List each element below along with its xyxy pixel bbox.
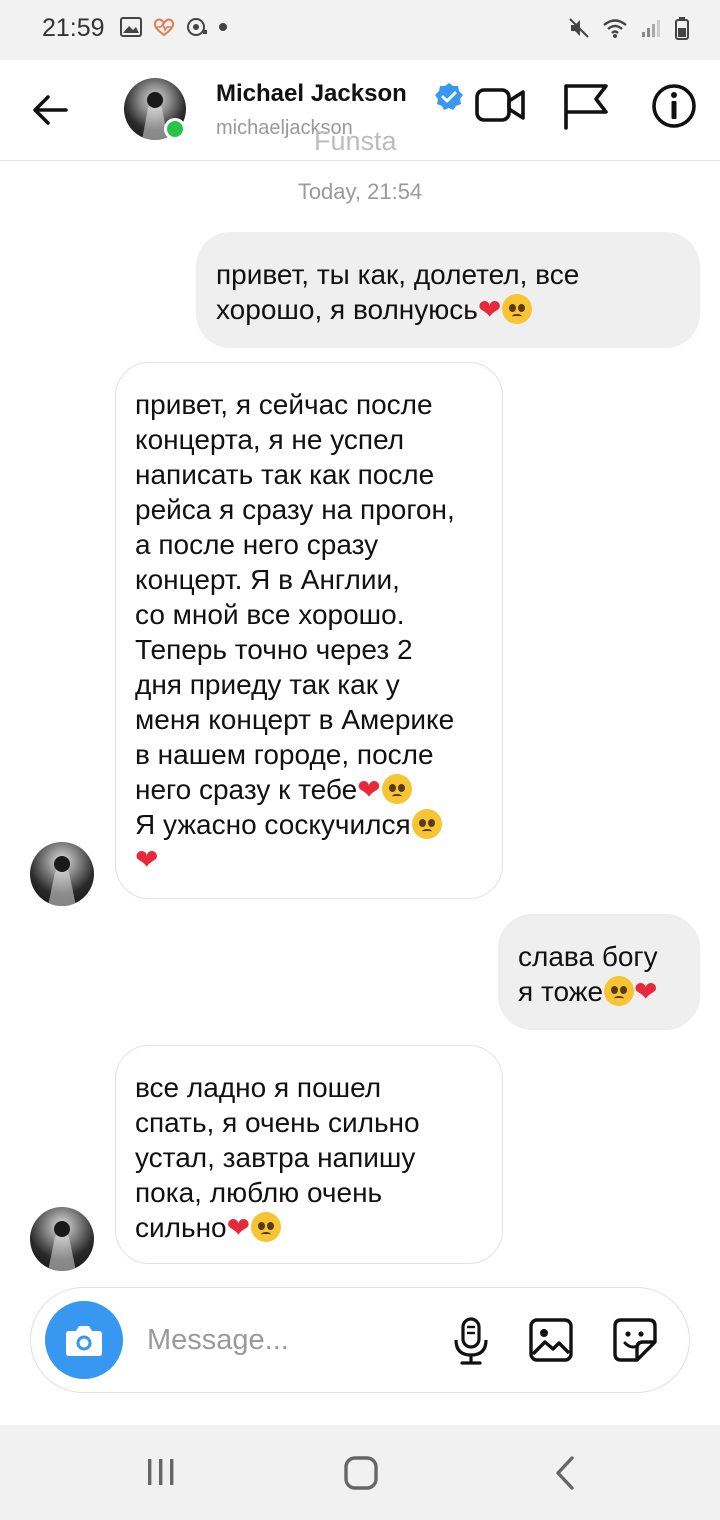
- sticker-icon[interactable]: [611, 1316, 659, 1364]
- red-heart-emoji: ❤: [135, 844, 159, 875]
- message-line: все ладно я пошел: [135, 1072, 382, 1103]
- contact-avatar-small[interactable]: [30, 1207, 94, 1271]
- message-line: устал, завтра напишу: [135, 1142, 416, 1173]
- message-line: со мной все хорошо.: [135, 599, 405, 630]
- system-navigation-bar: [0, 1425, 720, 1520]
- health-notification-icon: [153, 18, 175, 37]
- image-icon[interactable]: [527, 1316, 575, 1364]
- pleading-face-emoji: [411, 809, 442, 839]
- pleading-face-emoji: [604, 976, 635, 1006]
- message-line: концерт. Я в Англии,: [135, 564, 400, 595]
- home-icon[interactable]: [343, 1455, 379, 1491]
- message-line: Теперь точно через 2: [135, 634, 413, 665]
- message-line: слава богу: [518, 941, 658, 972]
- message-line: привет, ты как, долетел, все: [216, 259, 580, 290]
- app-watermark: Funsta: [314, 126, 397, 156]
- online-status-dot: [164, 118, 186, 140]
- message-input[interactable]: [145, 1318, 439, 1362]
- camera-button[interactable]: [45, 1301, 123, 1379]
- red-heart-emoji: ❤: [634, 976, 658, 1007]
- wifi-icon: [603, 19, 627, 38]
- message-line: дня приеду так как у: [135, 669, 400, 700]
- message-line: сильно: [135, 1212, 227, 1243]
- contact-name[interactable]: Michael Jackson: [216, 80, 407, 108]
- message-bubble-incoming[interactable]: все ладно я пошел спать, я очень сильно …: [115, 1045, 503, 1264]
- recent-apps-icon[interactable]: [144, 1455, 178, 1489]
- status-time: 21:59: [42, 14, 105, 42]
- microphone-icon[interactable]: [449, 1316, 493, 1366]
- sad-relieved-face-emoji: [502, 294, 533, 324]
- flag-icon[interactable]: [560, 82, 612, 130]
- status-bar: 21:59: [0, 0, 720, 60]
- message-line: а после него сразу: [135, 529, 379, 560]
- verified-badge-icon: [435, 83, 463, 110]
- chat-header: Michael Jackson michaeljackson Funsta: [0, 60, 720, 161]
- mute-icon: [569, 18, 589, 38]
- system-status-icons: [568, 16, 690, 40]
- back-arrow-icon[interactable]: [28, 88, 72, 132]
- pleading-face-emoji: [381, 774, 412, 804]
- more-notifications-icon: [219, 23, 227, 31]
- camera-icon: [66, 1326, 102, 1356]
- message-line: я тоже: [518, 976, 604, 1007]
- message-line: меня концерт в Америке: [135, 704, 455, 735]
- thread-timestamp: Today, 21:54: [297, 179, 423, 204]
- gallery-notification-icon: [120, 17, 142, 37]
- message-line: концерта, я не успел: [135, 424, 405, 455]
- message-line: привет, я сейчас после: [135, 389, 433, 420]
- message-composer: [30, 1287, 690, 1393]
- signal-icon: [642, 20, 660, 37]
- message-bubble-outgoing[interactable]: привет, ты как, долетел, все хорошо, я в…: [196, 232, 700, 348]
- message-line: в нашем городе, после: [135, 739, 434, 770]
- notification-icons: [120, 16, 228, 38]
- message-line: хорошо, я волнуюсь: [216, 294, 478, 325]
- message-line: спать, я очень сильно: [135, 1107, 420, 1138]
- message-bubble-outgoing[interactable]: слава богу я тоже ❤: [498, 914, 700, 1030]
- red-heart-emoji: ❤: [226, 1212, 251, 1243]
- message-line: рейса я сразу на прогон,: [135, 494, 455, 525]
- video-camera-icon[interactable]: [474, 82, 526, 128]
- info-icon[interactable]: [650, 82, 698, 130]
- message-bubble-incoming[interactable]: привет, я сейчас после концерта, я не ус…: [115, 362, 503, 899]
- pleading-face-emoji: [251, 1212, 282, 1242]
- message-line: написать так как после: [135, 459, 435, 490]
- message-line: пока, люблю очень: [135, 1177, 383, 1208]
- red-heart-emoji: ❤: [477, 294, 502, 325]
- contact-avatar-small[interactable]: [30, 842, 94, 906]
- back-icon[interactable]: [550, 1455, 580, 1491]
- message-line: Я ужасно соскучился: [135, 809, 411, 840]
- media-notification-icon: [187, 18, 207, 36]
- message-line: него сразу к тебе: [135, 774, 358, 805]
- red-heart-emoji: ❤: [357, 774, 381, 805]
- battery-icon: [675, 17, 689, 40]
